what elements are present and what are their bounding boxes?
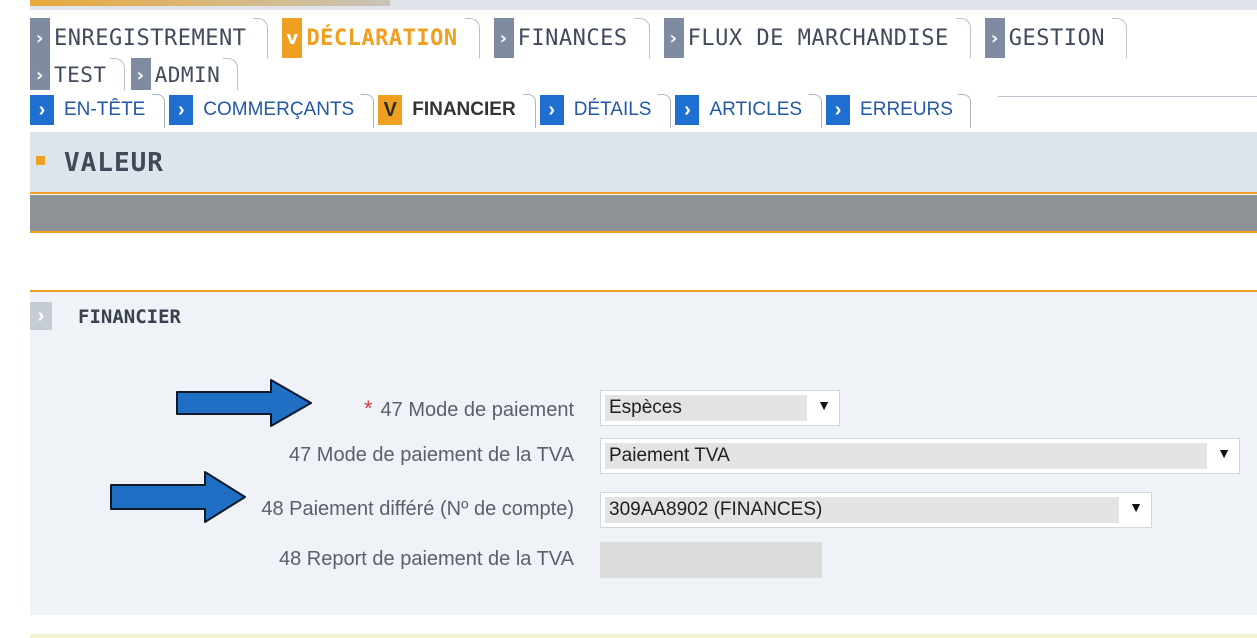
subtab-en-tete[interactable]: › EN-TÊTE (30, 92, 166, 128)
subtab-financier[interactable]: V FINANCIER (378, 92, 537, 128)
caret-down-icon: ▼ (1217, 445, 1231, 461)
tab-enregistrement[interactable]: › ENREGISTREMENT (30, 18, 269, 58)
chevron-right-icon: › (30, 18, 50, 58)
tab-declaration[interactable]: v DÉCLARATION (282, 18, 480, 58)
page-title: VALEUR (64, 148, 164, 178)
bullet-icon (36, 156, 45, 165)
sub-tabs-row: › EN-TÊTE › COMMERÇANTS V FINANCIER › DÉ… (30, 92, 975, 128)
subtab-label: ERREURS (860, 99, 953, 120)
report-paiement-tva-field (600, 542, 822, 578)
top-strip (30, 0, 1257, 10)
arrow-right-icon (110, 471, 246, 523)
main-tabs-row-2: › TEST › ADMIN (30, 58, 244, 92)
field-label: * 47 Mode de paiement (364, 396, 574, 422)
page-header: VALEUR (30, 132, 1257, 194)
mode-paiement-select[interactable]: Espèces ▼ (600, 390, 840, 426)
chevron-right-icon: › (169, 95, 194, 125)
select-value: Paiement TVA (605, 443, 1207, 469)
chevron-right-icon: › (675, 95, 700, 125)
divider (30, 231, 1257, 233)
field-label-text: 47 Mode de paiement (380, 399, 574, 421)
subtab-label: DÉTAILS (573, 99, 652, 120)
chevron-right-icon: › (30, 95, 54, 125)
section-header[interactable]: › FINANCIER (30, 292, 1257, 344)
chevron-right-icon: › (493, 18, 514, 58)
select-value: 309AA8902 (FINANCES) (605, 497, 1119, 523)
sub-tabs: › EN-TÊTE › COMMERÇANTS V FINANCIER › DÉ… (30, 90, 1257, 130)
tab-label: GESTION (1008, 25, 1105, 51)
arrow-right-icon (176, 379, 312, 427)
tab-label: FLUX DE MARCHANDISE (687, 25, 949, 51)
paiement-differe-select[interactable]: 309AA8902 (FINANCES) ▼ (600, 492, 1152, 528)
required-icon: * (363, 396, 373, 421)
chevron-down-icon: v (282, 18, 303, 58)
tab-test[interactable]: › TEST (30, 58, 125, 92)
top-accent (30, 0, 390, 6)
footer-strip (30, 634, 1257, 638)
toolbar-bar (30, 195, 1257, 231)
chevron-right-icon: › (30, 302, 52, 330)
tab-label: ENREGISTREMENT (54, 25, 247, 51)
tab-label: DÉCLARATION (306, 25, 458, 51)
subtab-details[interactable]: › DÉTAILS (539, 92, 672, 128)
chevron-right-icon: › (826, 95, 851, 125)
chevron-right-icon: › (30, 58, 50, 92)
main-tabs: › ENREGISTREMENT v DÉCLARATION › FINANCE… (30, 10, 1257, 92)
tab-admin[interactable]: › ADMIN (130, 58, 239, 92)
subtab-commercants[interactable]: › COMMERÇANTS (169, 92, 375, 128)
tab-label: FINANCES (517, 25, 628, 51)
section-title: FINANCIER (78, 306, 181, 328)
field-label: 47 Mode de paiement de la TVA (289, 444, 574, 466)
subtab-label: FINANCIER (412, 99, 516, 120)
tab-flux-de-marchandise[interactable]: › FLUX DE MARCHANDISE (663, 18, 971, 58)
chevron-right-icon: › (539, 95, 564, 125)
field-label: 48 Report de paiement de la TVA (279, 548, 574, 570)
subtab-articles[interactable]: › ARTICLES (675, 92, 823, 128)
chevron-right-icon: › (130, 58, 151, 92)
field-row-report-paiement-tva: 48 Report de paiement de la TVA (30, 540, 1257, 580)
caret-down-icon: ▼ (817, 397, 831, 413)
select-value: Espèces (605, 395, 807, 421)
caret-down-icon: ▼ (1129, 499, 1143, 515)
chevron-right-icon: › (663, 18, 684, 58)
tab-gestion[interactable]: › GESTION (984, 18, 1128, 58)
chevron-right-icon: › (984, 18, 1005, 58)
subtab-label: COMMERÇANTS (203, 99, 355, 120)
subtab-label: EN-TÊTE (64, 99, 146, 120)
subtab-erreurs[interactable]: › ERREURS (826, 92, 971, 128)
financier-section: › FINANCIER * 47 Mode de paiement Espèces… (30, 290, 1257, 615)
mode-paiement-tva-select[interactable]: Paiement TVA ▼ (600, 438, 1240, 474)
field-label: 48 Paiement différé (Nº de compte) (261, 498, 574, 520)
subtab-label: ARTICLES (709, 99, 803, 120)
tab-label: ADMIN (154, 63, 221, 87)
chevron-down-icon: V (378, 95, 403, 125)
main-tabs-row-1: › ENREGISTREMENT v DÉCLARATION › FINANCE… (30, 18, 1141, 58)
tab-label: TEST (54, 63, 107, 87)
subtab-fill-line (998, 96, 1257, 128)
tab-finances[interactable]: › FINANCES (493, 18, 650, 58)
